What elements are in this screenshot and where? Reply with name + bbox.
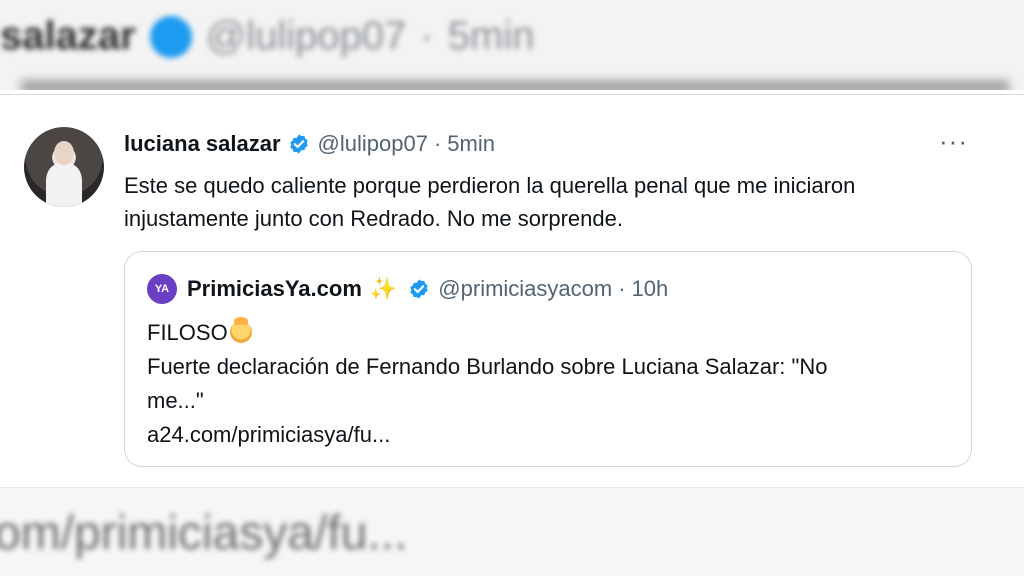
background-blurred-text-line	[20, 80, 1010, 90]
tweet-timestamp[interactable]: 5min	[447, 131, 495, 157]
header-separator: ·	[433, 131, 442, 156]
background-blurred-tweet-top: salazar @lulipop07 · 5min	[0, 0, 1024, 90]
verified-badge-icon	[410, 279, 429, 299]
quoted-timestamp[interactable]: 10h	[632, 276, 669, 302]
quoted-text-line: me..."	[147, 388, 204, 413]
more-options-icon[interactable]: ···	[939, 128, 968, 154]
background-separator: ·	[420, 14, 434, 58]
quoted-author-handle[interactable]: @primiciasyacom	[438, 276, 612, 302]
primiciasya-logo-icon: YA	[147, 274, 177, 304]
sparkle-icon: ✨	[369, 276, 398, 301]
avatar[interactable]	[24, 127, 104, 207]
quoted-tweet[interactable]: YA PrimiciasYa.com ✨ @primiciasyacom · 1…	[124, 251, 972, 467]
quoted-text-line: Fuerte declaración de Fernando Burlando …	[147, 354, 828, 379]
background-blurred-link: om/primiciasya/fu...	[0, 507, 408, 560]
tweet-text-line: Este se quedo caliente porque perdieron …	[124, 173, 856, 198]
author-handle[interactable]: @lulipop07	[318, 131, 428, 157]
tweet-header: luciana salazar @lulipop07 · 5min	[124, 131, 495, 157]
verified-badge-icon	[149, 15, 192, 58]
background-tweet-header: salazar @lulipop07 · 5min	[0, 14, 534, 59]
background-handle: @lulipop07	[205, 14, 407, 58]
quoted-text-line: FILOSO	[147, 316, 957, 350]
background-name: salazar	[0, 14, 136, 58]
tweet-text-line: injustamente junto con Redrado. No me so…	[124, 206, 623, 231]
tweet-card[interactable]: luciana salazar @lulipop07 · 5min ··· Es…	[0, 94, 1024, 488]
avatar-face	[54, 141, 74, 165]
quoted-text-filoso: FILOSO	[147, 320, 228, 345]
quoted-header-separator: ·	[618, 276, 626, 301]
author-name[interactable]: luciana salazar	[124, 131, 281, 157]
exploding-head-emoji-icon	[229, 317, 252, 343]
quoted-tweet-header: YA PrimiciasYa.com ✨ @primiciasyacom · 1…	[147, 274, 668, 304]
quoted-author-name[interactable]: PrimiciasYa.com	[187, 276, 362, 302]
quoted-tweet-text: FILOSO Fuerte declaración de Fernando Bu…	[147, 316, 957, 452]
background-blurred-tweet-bottom: om/primiciasya/fu...	[0, 488, 1024, 576]
verified-badge-icon	[289, 134, 308, 154]
background-time: 5min	[447, 14, 535, 58]
tweet-text: Este se quedo caliente porque perdieron …	[124, 169, 984, 235]
avatar-figure	[46, 163, 82, 207]
quoted-link[interactable]: a24.com/primiciasya/fu...	[147, 418, 957, 452]
